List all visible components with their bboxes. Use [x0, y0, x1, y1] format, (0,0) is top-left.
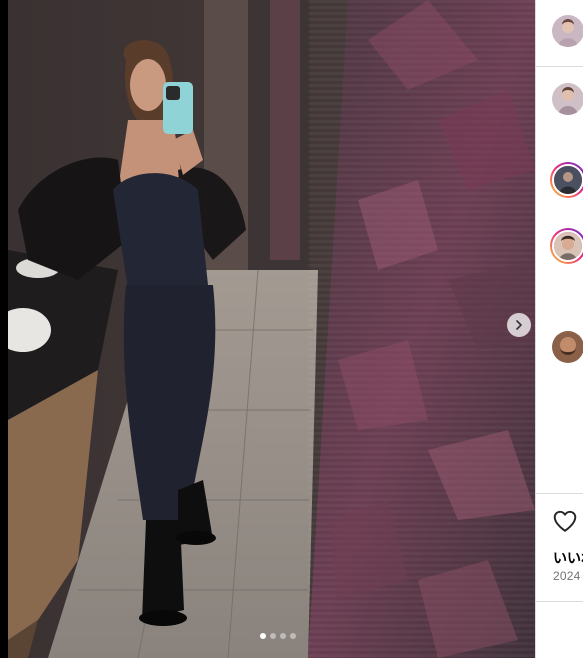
- avatar-image-frame: [552, 164, 583, 196]
- avatar-image: [554, 166, 582, 194]
- comment-avatar[interactable]: [552, 15, 583, 47]
- likes-label[interactable]: いいね: [553, 548, 583, 568]
- avatar-image: [552, 331, 583, 363]
- heart-icon[interactable]: [552, 508, 578, 534]
- comments-panel: いいね 2024: [535, 0, 583, 658]
- avatar-image: [554, 232, 582, 260]
- carousel-next-button[interactable]: [507, 313, 531, 337]
- avatar-image: [552, 83, 583, 115]
- carousel-indicator: [260, 633, 296, 639]
- carousel-dot: [270, 633, 276, 639]
- divider: [536, 66, 583, 67]
- carousel-dot-active: [260, 633, 266, 639]
- avatar-image-frame: [552, 230, 583, 262]
- avatar-image: [552, 15, 583, 47]
- carousel-dot: [290, 633, 296, 639]
- divider: [536, 601, 583, 602]
- post-image[interactable]: [8, 0, 535, 658]
- divider: [536, 493, 583, 494]
- comment-avatar[interactable]: [552, 331, 583, 363]
- comment-avatar-story[interactable]: [550, 228, 583, 264]
- chevron-right-icon: [516, 320, 522, 330]
- post-photo-illustration: [8, 0, 535, 658]
- comment-avatar[interactable]: [552, 83, 583, 115]
- window-edge: [0, 0, 8, 658]
- comment-avatar-story[interactable]: [550, 162, 583, 198]
- post-date: 2024: [553, 569, 581, 583]
- carousel-dot: [280, 633, 286, 639]
